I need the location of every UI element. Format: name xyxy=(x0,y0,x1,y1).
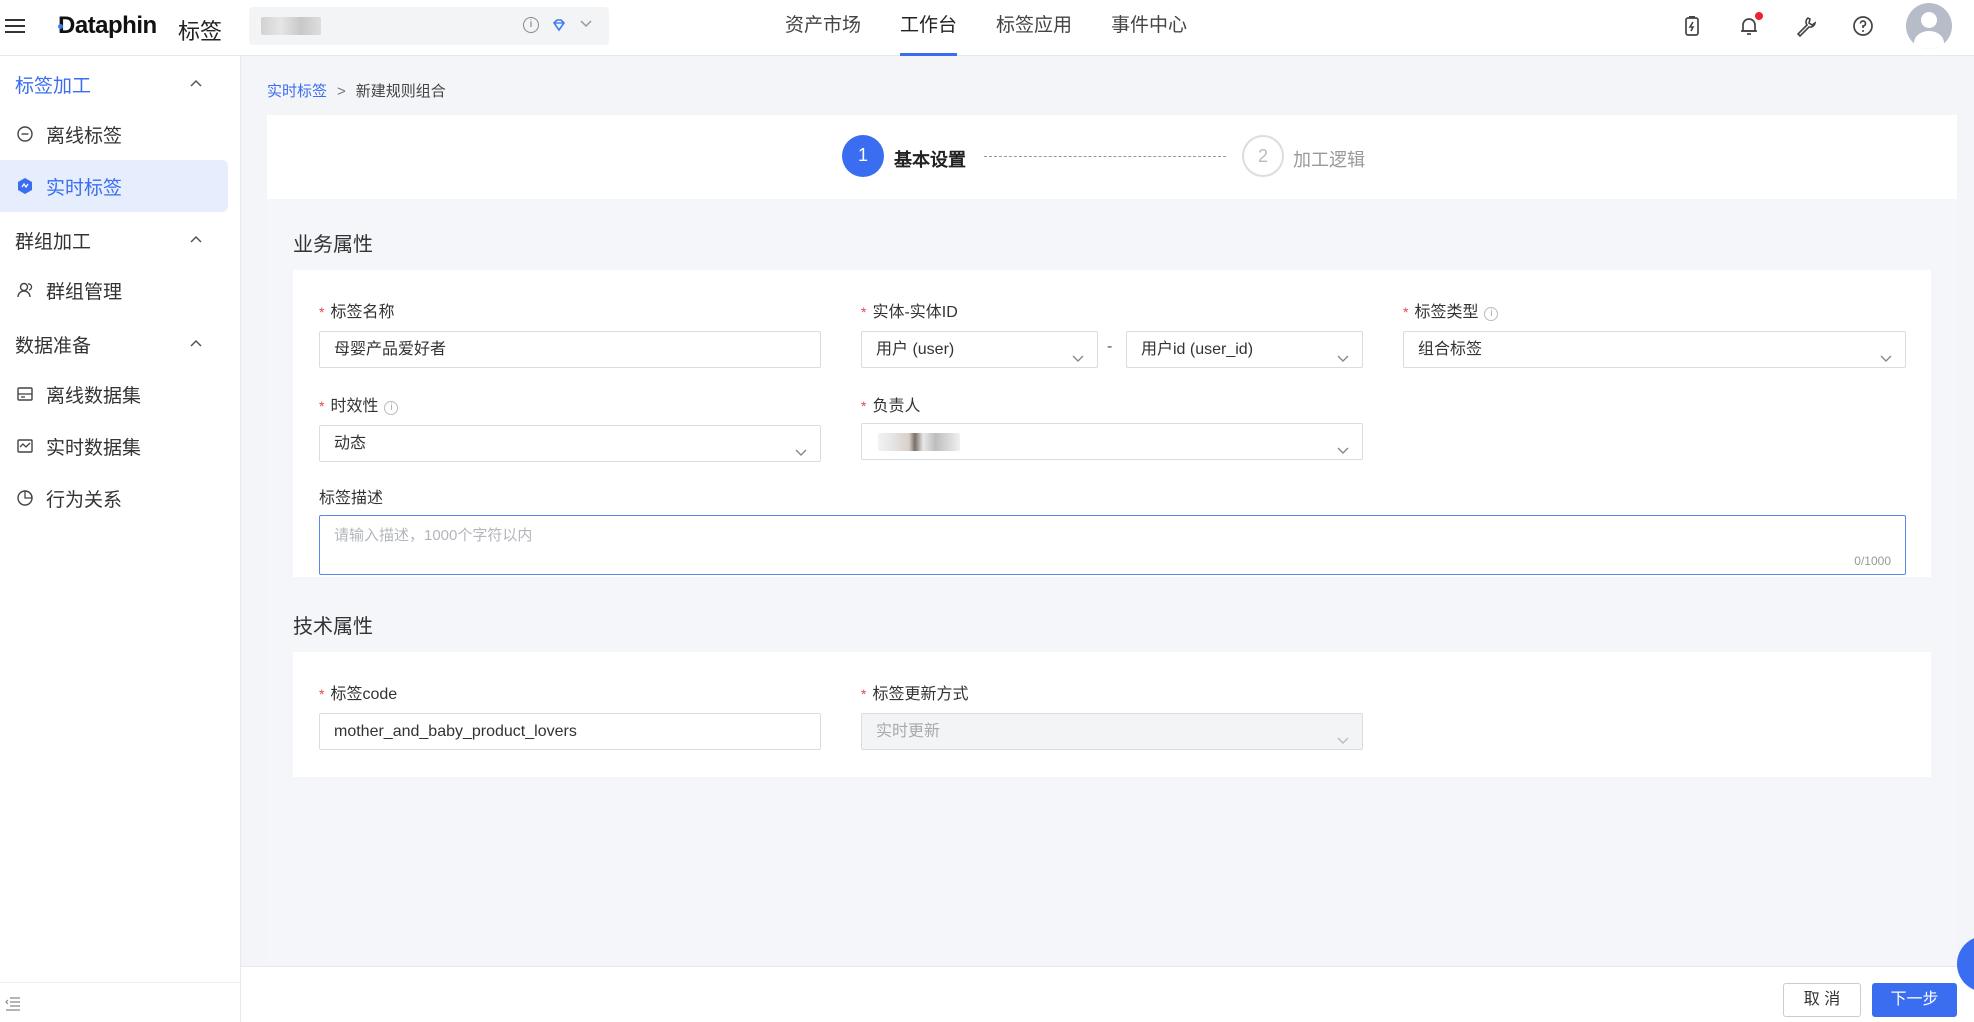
sidebar-item-behavior-relation[interactable]: 行为关系 xyxy=(0,472,228,524)
timeliness-select[interactable]: 动态 xyxy=(319,425,821,462)
tag-type-select[interactable]: 组合标签 xyxy=(1403,331,1906,368)
sidebar-group-tag-processing[interactable]: 标签加工 xyxy=(15,71,91,98)
realtime-tag-icon xyxy=(16,177,34,195)
step-1-label: 基本设置 xyxy=(894,150,966,170)
owner-select[interactable] xyxy=(861,423,1363,460)
chevron-down-icon xyxy=(579,16,593,30)
diamond-icon xyxy=(552,18,566,32)
char-count: 0/1000 xyxy=(1854,554,1891,568)
breadcrumb: 实时标签 > 新建规则组合 xyxy=(267,80,446,101)
users-icon xyxy=(16,281,34,299)
dataset-icon xyxy=(16,385,34,403)
next-button[interactable]: 下一步 xyxy=(1872,983,1957,1017)
wrench-icon[interactable] xyxy=(1794,14,1818,38)
info-icon[interactable]: i xyxy=(1484,307,1499,321)
cancel-button[interactable]: 取 消 xyxy=(1783,983,1861,1017)
info-icon[interactable]: i xyxy=(384,401,399,415)
logo-dot xyxy=(58,24,63,29)
step-2-label: 加工逻辑 xyxy=(1293,150,1365,170)
collapse-sidebar-icon[interactable] xyxy=(5,997,21,1016)
sidebar-item-label: 离线标签 xyxy=(46,126,123,147)
chevron-up-icon[interactable] xyxy=(188,76,204,92)
technical-panel: * 标签code mother_and_baby_product_lovers *… xyxy=(293,652,1931,777)
sidebar-group-data-prep[interactable]: 数据准备 xyxy=(15,331,91,358)
chevron-down-icon xyxy=(794,437,808,456)
breadcrumb-separator: > xyxy=(337,83,346,100)
chevron-down-icon xyxy=(1336,435,1350,454)
business-panel: * 标签名称 母婴产品爱好者 * 实体-实体ID 用户 (user) - 用户id … xyxy=(293,270,1931,577)
info-icon[interactable]: i xyxy=(523,17,539,33)
sidebar-item-realtime-tag[interactable]: 实时标签 xyxy=(0,160,228,212)
nav-tag-app[interactable]: 标签应用 xyxy=(996,0,1072,56)
top-bar: Dataphin 标签 i 资产市场 工作台 标签应用 事件中心 xyxy=(0,0,1974,56)
step-indicator: 1 基本设置 2 加工逻辑 xyxy=(267,115,1957,199)
footer-bar: 取 消 下一步 xyxy=(241,966,1974,1022)
tag-type-label: * 标签类型 i xyxy=(1403,298,1499,322)
entity-select[interactable]: 用户 (user) xyxy=(861,331,1098,368)
realtime-dataset-icon xyxy=(16,437,34,455)
description-textarea[interactable]: 请输入描述，1000个字符以内 0/1000 xyxy=(319,515,1906,575)
avatar[interactable] xyxy=(1906,3,1952,49)
menu-icon[interactable] xyxy=(5,15,25,37)
sidebar: 标签加工 离线标签 实时标签 群组加工 群组管理 数据准备 离线数据集 实时数据… xyxy=(0,56,241,1022)
technical-section-title: 技术属性 xyxy=(293,616,373,638)
chevron-down-icon xyxy=(1336,725,1350,744)
nav-workbench[interactable]: 工作台 xyxy=(900,0,958,56)
bell-icon[interactable] xyxy=(1737,12,1763,38)
tag-name-input[interactable]: 母婴产品爱好者 xyxy=(319,331,821,368)
chevron-down-icon xyxy=(1071,343,1085,362)
minus-circle-icon xyxy=(16,125,34,143)
sidebar-item-offline-tag[interactable]: 离线标签 xyxy=(0,108,228,160)
sidebar-item-realtime-dataset[interactable]: 实时数据集 xyxy=(0,420,228,472)
chevron-down-icon xyxy=(1336,343,1350,362)
entity-separator: - xyxy=(1107,338,1113,355)
owner-name-redacted xyxy=(878,433,960,451)
tag-code-label: * 标签code xyxy=(319,686,398,703)
business-section-title: 业务属性 xyxy=(293,234,373,256)
sidebar-item-offline-dataset[interactable]: 离线数据集 xyxy=(0,368,228,420)
update-mode-select: 实时更新 xyxy=(861,713,1363,750)
chevron-down-icon xyxy=(1879,343,1893,362)
brand-logo: Dataphin xyxy=(58,12,157,39)
step-connector xyxy=(984,156,1226,157)
breadcrumb-current: 新建规则组合 xyxy=(355,83,446,100)
step-1-badge: 1 xyxy=(842,135,884,177)
tag-code-input[interactable]: mother_and_baby_product_lovers xyxy=(319,713,821,750)
chevron-up-icon[interactable] xyxy=(188,336,204,352)
timeliness-label: * 时效性 i xyxy=(319,392,399,416)
main-content: 1 基本设置 2 加工逻辑 业务属性 * 标签名称 母婴产品爱好者 * 实体-实体I… xyxy=(267,115,1957,965)
sidebar-footer xyxy=(0,982,241,1022)
notification-dot xyxy=(1755,12,1763,20)
nav-asset-market[interactable]: 资产市场 xyxy=(785,0,861,56)
relation-icon xyxy=(16,489,34,507)
charge-icon[interactable] xyxy=(1680,14,1704,38)
update-mode-label: * 标签更新方式 xyxy=(861,686,969,703)
chevron-up-icon[interactable] xyxy=(188,232,204,248)
sidebar-group-cluster-processing[interactable]: 群组加工 xyxy=(15,227,91,254)
entity-label: * 实体-实体ID xyxy=(861,304,958,321)
nav-event-center[interactable]: 事件中心 xyxy=(1111,0,1187,56)
description-label: 标签描述 xyxy=(319,490,384,507)
sidebar-item-label: 群组管理 xyxy=(46,282,123,303)
sidebar-item-cluster-manage[interactable]: 群组管理 xyxy=(0,264,228,316)
owner-label: * 负责人 xyxy=(861,398,921,415)
sidebar-item-label: 离线数据集 xyxy=(46,386,142,407)
sidebar-item-label: 行为关系 xyxy=(46,490,123,511)
tag-name-label: * 标签名称 xyxy=(319,304,395,321)
description-placeholder: 请输入描述，1000个字符以内 xyxy=(334,527,533,544)
project-name-redacted xyxy=(261,17,321,35)
step-2-badge: 2 xyxy=(1242,135,1284,177)
sidebar-item-label: 实时数据集 xyxy=(46,438,142,459)
help-icon[interactable] xyxy=(1851,14,1875,38)
sidebar-item-label: 实时标签 xyxy=(46,178,123,199)
project-select[interactable]: i xyxy=(249,7,609,45)
entity-id-select[interactable]: 用户id (user_id) xyxy=(1126,331,1363,368)
app-name: 标签 xyxy=(178,19,223,44)
breadcrumb-link[interactable]: 实时标签 xyxy=(267,83,327,100)
